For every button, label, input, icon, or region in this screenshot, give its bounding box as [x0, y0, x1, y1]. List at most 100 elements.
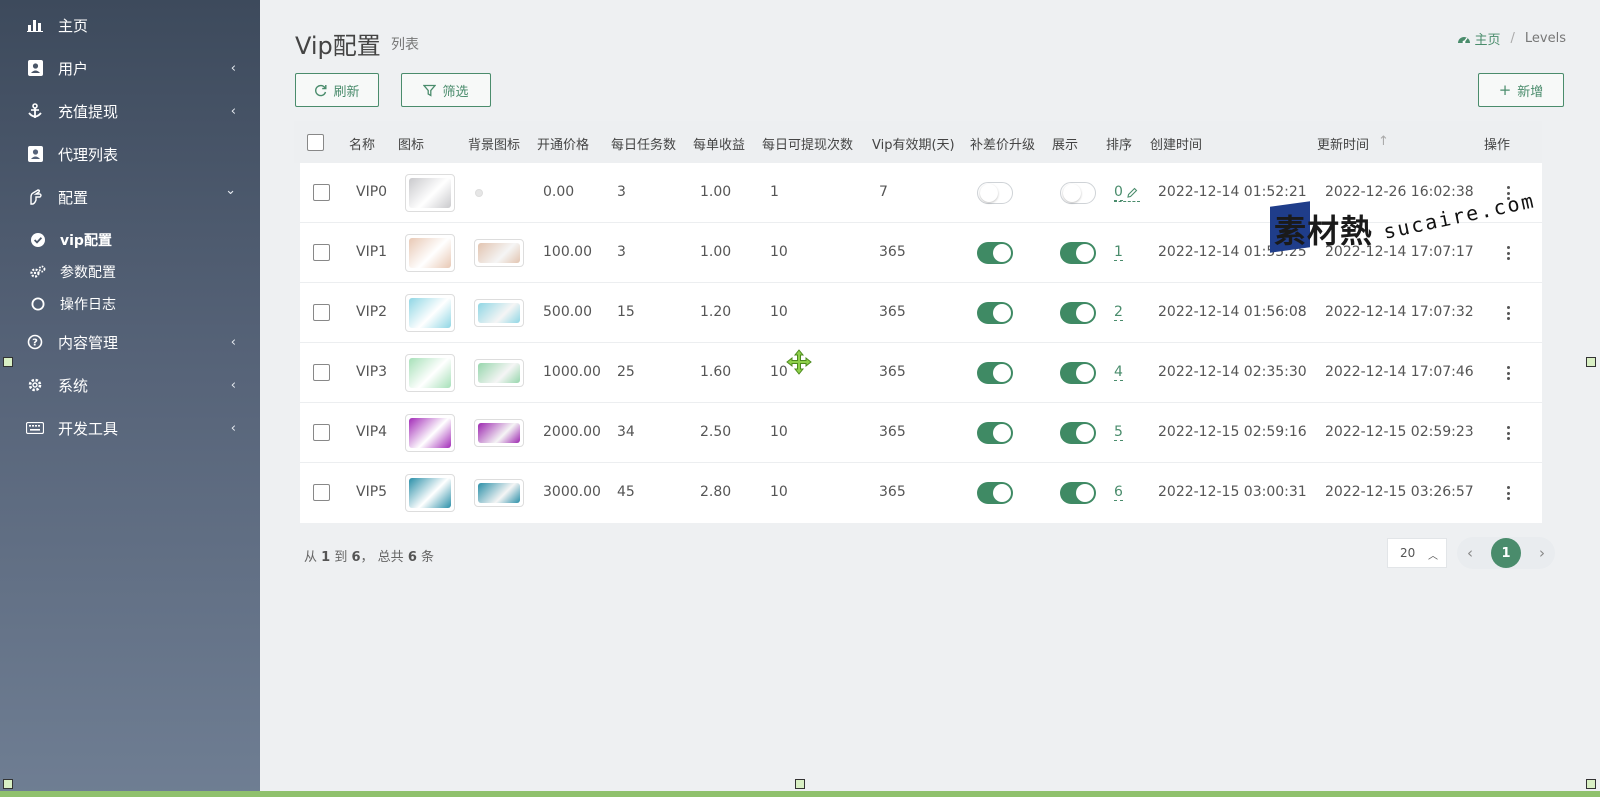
add-button[interactable]: + 新增 [1478, 73, 1564, 107]
check-circle-icon [30, 232, 46, 248]
resize-handle-right[interactable] [1586, 357, 1596, 367]
filter-button[interactable]: 筛选 [401, 73, 491, 107]
show-toggle[interactable] [1060, 182, 1096, 204]
vip-icon-thumbnail[interactable] [405, 414, 455, 452]
col-withdraw-times[interactable]: 每日可提现次数 [762, 134, 853, 153]
vip-icon-thumbnail[interactable] [405, 294, 455, 332]
show-toggle[interactable] [1060, 302, 1096, 324]
vip-icon-image [409, 238, 451, 268]
col-order-profit[interactable]: 每单收益 [693, 134, 745, 153]
resize-handle-bottom[interactable] [795, 779, 805, 789]
sort-value[interactable]: 5 [1114, 424, 1123, 441]
toggle-knob [993, 424, 1011, 442]
row-checkbox[interactable] [313, 304, 330, 321]
show-toggle[interactable] [1060, 362, 1096, 384]
sidebar-item-home[interactable]: 主页 [0, 7, 260, 43]
show-toggle[interactable] [1060, 482, 1096, 504]
col-vip-days[interactable]: Vip有效期(天) [872, 134, 955, 153]
sidebar-item-config[interactable]: 配置 ⌄ [0, 179, 260, 215]
watermark: 素材熱 sucaire.com [1270, 188, 1537, 268]
resize-handle-bottom-right[interactable] [1586, 779, 1596, 789]
bg-icon-thumbnail[interactable] [474, 479, 524, 507]
breadcrumb-home[interactable]: 主页 [1457, 29, 1501, 48]
summary-total-label: ， 总共 [360, 550, 404, 565]
bg-icon-placeholder [475, 189, 483, 197]
bg-icon-thumbnail[interactable] [474, 299, 524, 327]
chevron-up-icon: ︿ [1428, 551, 1438, 562]
upgrade-toggle[interactable] [977, 182, 1013, 204]
created-time: 2022-12-14 01:56:08 [1158, 304, 1307, 320]
row-checkbox[interactable] [313, 424, 330, 441]
page-size-select[interactable]: 20 ︿ [1387, 538, 1447, 568]
sidebar-subitem-params[interactable]: 参数配置 [0, 258, 260, 286]
hand-icon [26, 188, 44, 206]
sort-asc-icon[interactable]: ↑ [1378, 134, 1389, 149]
sidebar-subitem-logs[interactable]: 操作日志 [0, 290, 260, 318]
resize-handle-bottom-left[interactable] [3, 779, 13, 789]
col-daily-tasks[interactable]: 每日任务数 [611, 134, 676, 153]
row-actions-menu-icon[interactable] [1503, 424, 1513, 442]
refresh-button[interactable]: 刷新 [295, 73, 379, 107]
row-checkbox[interactable] [313, 244, 330, 261]
vip-withdraw-times: 1 [770, 184, 779, 200]
col-updated[interactable]: 更新时间 [1317, 134, 1369, 153]
row-checkbox[interactable] [313, 364, 330, 381]
sidebar-item-recharge[interactable]: 充值提现 ‹ [0, 93, 260, 129]
sidebar-item-system[interactable]: 系统 ‹ [0, 367, 260, 403]
col-created[interactable]: 创建时间 [1150, 134, 1202, 153]
show-toggle[interactable] [1060, 242, 1096, 264]
upgrade-toggle[interactable] [977, 422, 1013, 444]
sidebar-item-content[interactable]: ? 内容管理 ‹ [0, 324, 260, 360]
filter-label: 筛选 [442, 84, 469, 100]
sort-value[interactable]: 6 [1114, 484, 1123, 501]
show-toggle[interactable] [1060, 422, 1096, 444]
col-show[interactable]: 展示 [1052, 134, 1078, 153]
prev-page-icon[interactable]: ‹ [1467, 544, 1473, 562]
sidebar-subitem-vip-config[interactable]: vip配置 [0, 226, 260, 254]
col-sort[interactable]: 排序 [1106, 134, 1132, 153]
next-page-icon[interactable]: › [1539, 544, 1545, 562]
row-actions-menu-icon[interactable] [1503, 304, 1513, 322]
col-upgrade[interactable]: 补差价升级 [970, 134, 1035, 153]
vip-icon-thumbnail[interactable] [405, 474, 455, 512]
chevron-left-icon: ‹ [230, 103, 236, 119]
sort-value[interactable]: 1 [1114, 244, 1123, 261]
summary-unit: 条 [421, 550, 435, 565]
bg-icon-thumbnail[interactable] [474, 239, 524, 267]
row-checkbox[interactable] [313, 484, 330, 501]
updated-time: 2022-12-15 03:26:57 [1325, 484, 1474, 500]
created-time: 2022-12-14 02:35:30 [1158, 364, 1307, 380]
bg-icon-thumbnail[interactable] [474, 419, 524, 447]
refresh-icon [315, 84, 327, 96]
select-all-checkbox[interactable] [307, 134, 324, 151]
resize-handle-left[interactable] [3, 357, 13, 367]
upgrade-toggle[interactable] [977, 362, 1013, 384]
vip-icon-thumbnail[interactable] [405, 354, 455, 392]
upgrade-toggle[interactable] [977, 242, 1013, 264]
sidebar-item-agents[interactable]: 代理列表 [0, 136, 260, 172]
upgrade-toggle[interactable] [977, 482, 1013, 504]
sort-value[interactable]: 0 [1114, 184, 1123, 201]
sort-value[interactable]: 2 [1114, 304, 1123, 321]
upgrade-toggle[interactable] [977, 302, 1013, 324]
page-button-current[interactable]: 1 [1491, 538, 1521, 568]
vip-withdraw-times: 10 [770, 424, 788, 440]
sort-value[interactable]: 4 [1114, 364, 1123, 381]
row-actions-menu-icon[interactable] [1503, 364, 1513, 382]
row-checkbox[interactable] [313, 184, 330, 201]
col-bg-icon[interactable]: 背景图标 [468, 134, 520, 153]
sidebar-item-devtools[interactable]: 开发工具 ‹ [0, 410, 260, 446]
sidebar-item-users[interactable]: 用户 ‹ [0, 50, 260, 86]
bg-icon-thumbnail[interactable] [474, 359, 524, 387]
sidebar: 主页 用户 ‹ 充值提现 ‹ 代理列表 配置 ⌄ vip配置 参数配置 操作日志… [0, 0, 260, 797]
summary-to: 到 [334, 550, 348, 565]
table-header: 名称 图标 背景图标 开通价格 每日任务数 每单收益 每日可提现次数 Vip有效… [294, 121, 1542, 163]
vip-icon-thumbnail[interactable] [405, 174, 455, 212]
col-name[interactable]: 名称 [349, 134, 375, 153]
vip-price: 1000.00 [543, 364, 601, 380]
vip-withdraw-times: 10 [770, 484, 788, 500]
col-price[interactable]: 开通价格 [537, 134, 589, 153]
row-actions-menu-icon[interactable] [1503, 484, 1513, 502]
col-icon[interactable]: 图标 [398, 134, 424, 153]
vip-icon-thumbnail[interactable] [405, 234, 455, 272]
